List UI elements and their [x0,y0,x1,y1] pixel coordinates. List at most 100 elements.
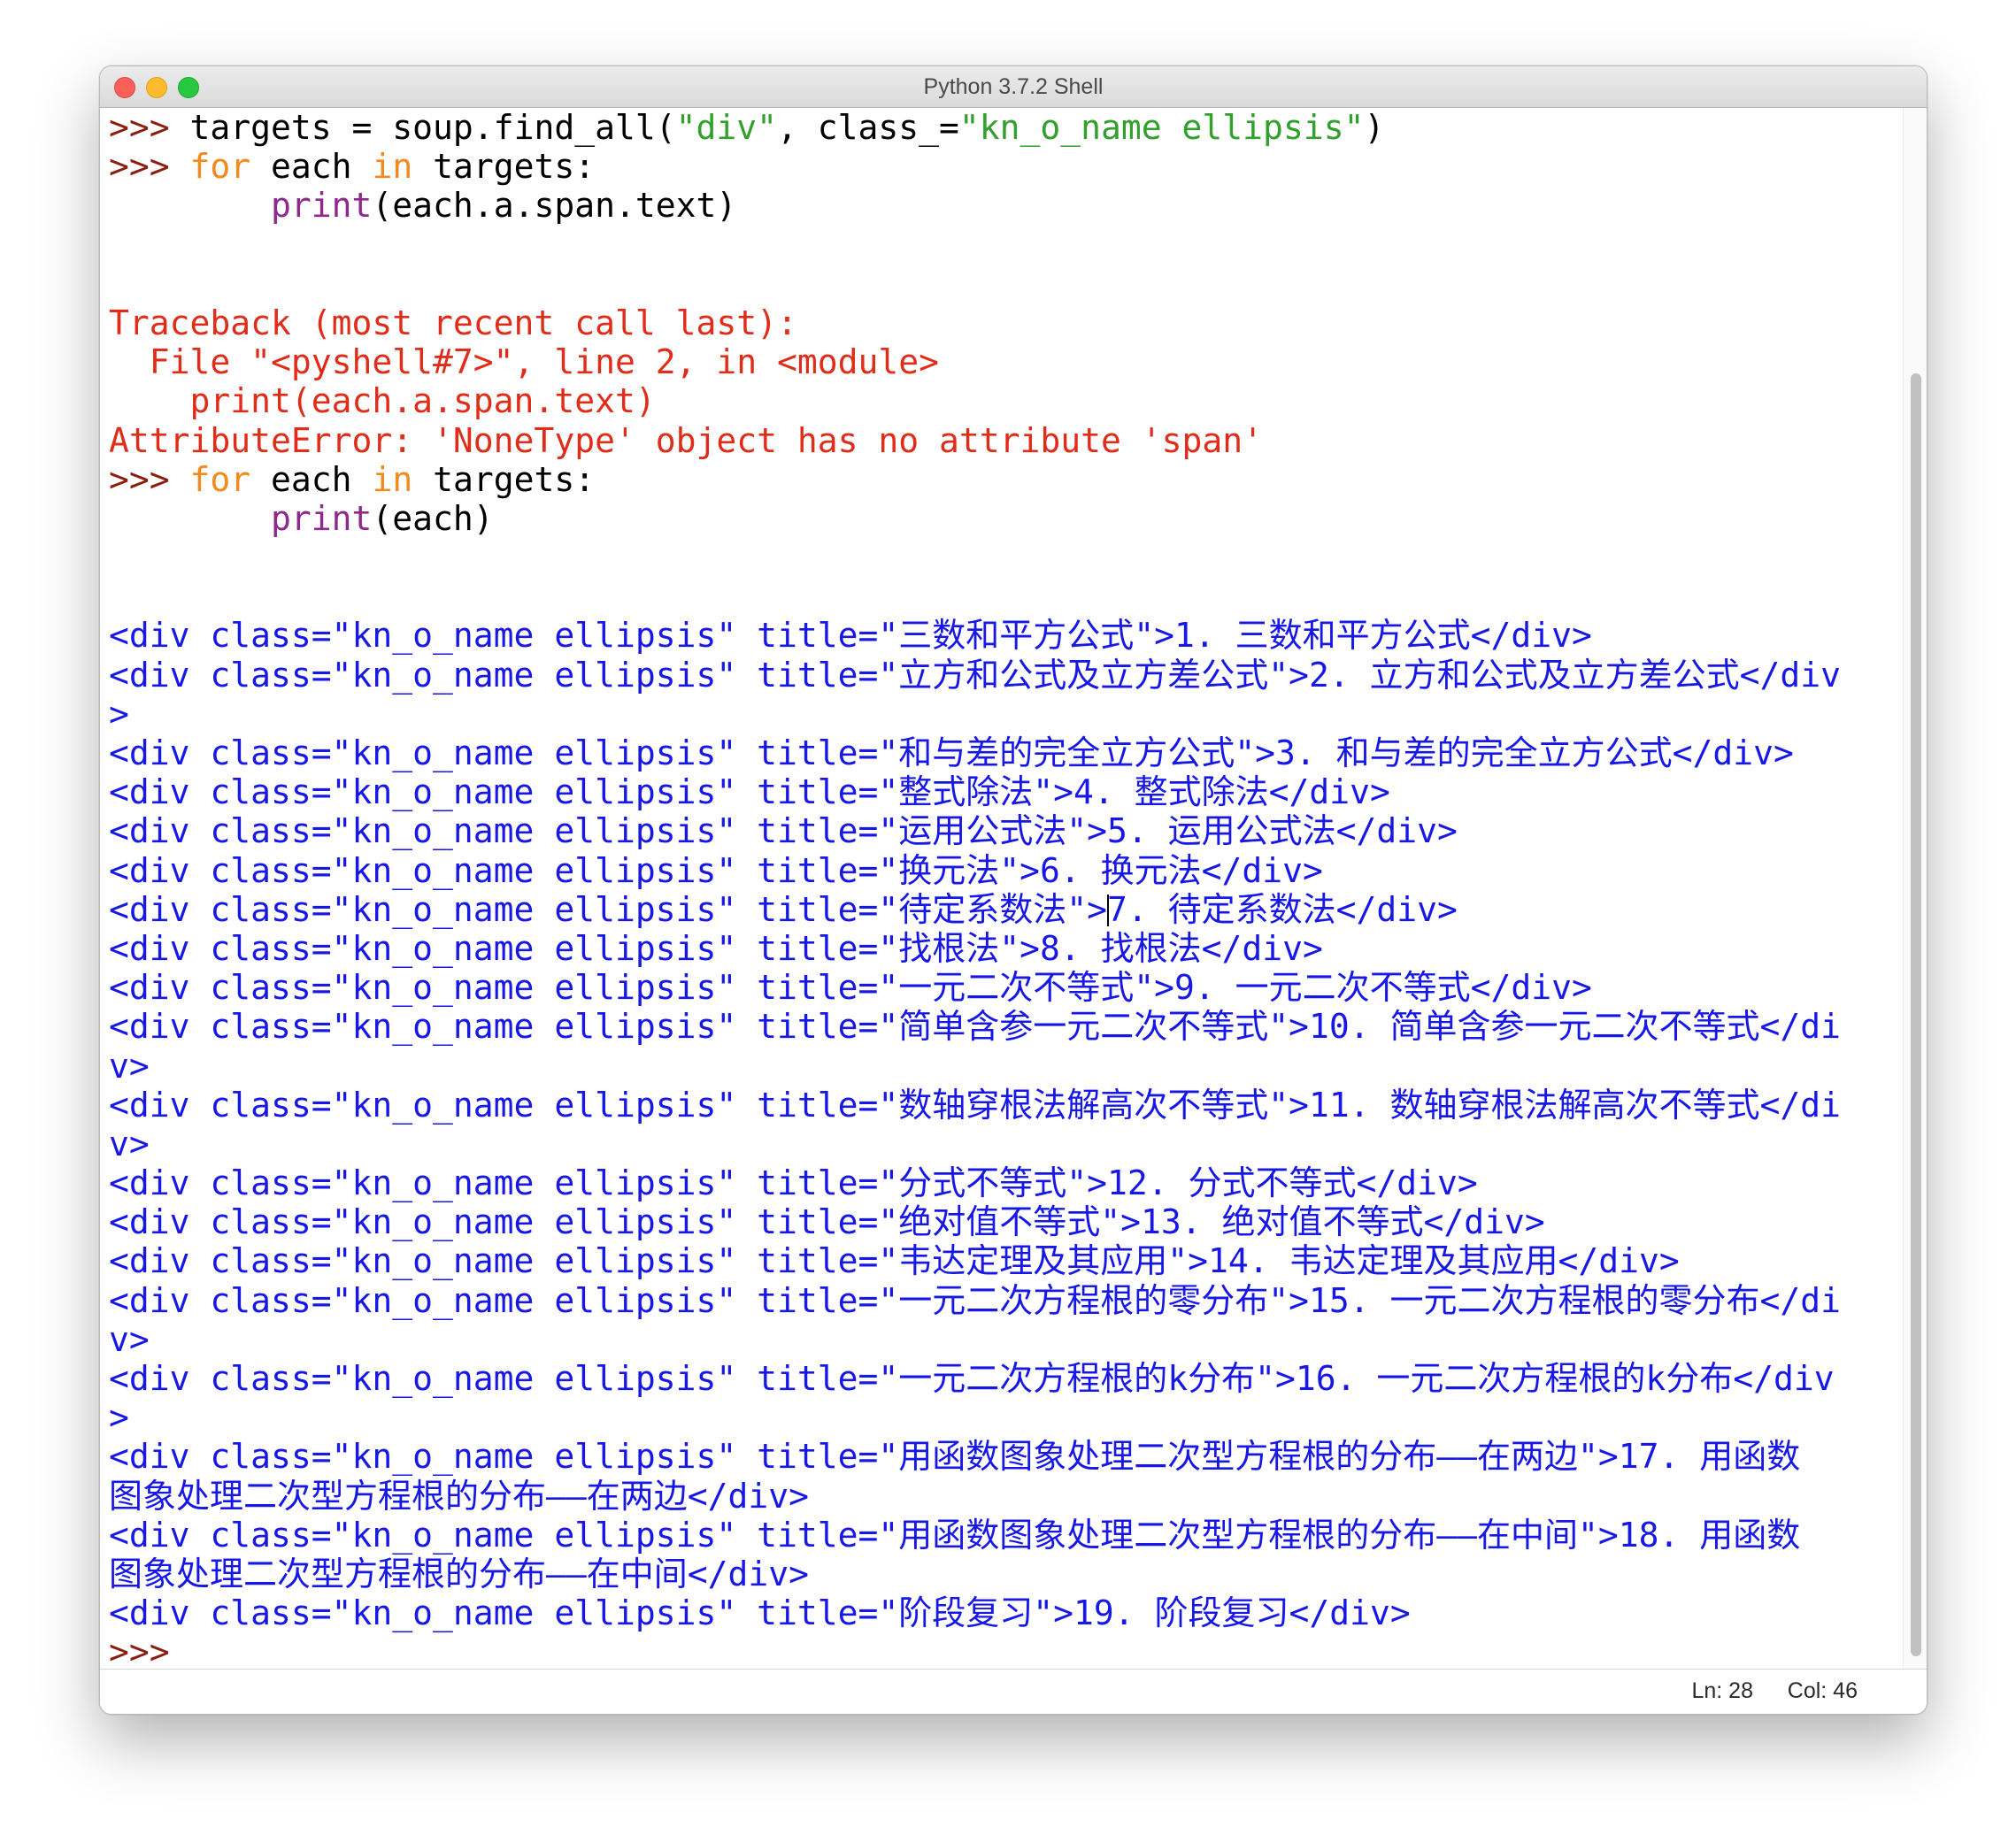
line-number-indicator: Ln: 28 [1691,1678,1753,1703]
shell-line: <div class="kn_o_name ellipsis" title="立… [109,656,1888,695]
shell-line: <div class="kn_o_name ellipsis" title="一… [109,1281,1888,1320]
shell-line: v> [109,1125,1888,1163]
shell-text-default: , class_= [776,108,959,147]
shell-text-builtin: print [271,186,373,226]
title-bar[interactable]: Python 3.7.2 Shell [100,66,1927,108]
shell-text-output: > [109,1398,129,1438]
shell-line: <div class="kn_o_name ellipsis" title="换… [109,851,1888,890]
shell-text-default [109,186,271,225]
window-title: Python 3.7.2 Shell [923,74,1104,99]
shell-line: <div class="kn_o_name ellipsis" title="一… [109,1359,1888,1398]
shell-text-default: (each) [372,498,494,538]
shell-line: <div class="kn_o_name ellipsis" title="运… [109,811,1888,850]
shell-line: <div class="kn_o_name ellipsis" title="三… [109,616,1888,655]
shell-line: > [109,1398,1888,1437]
shell-text-keyword: for [189,147,251,187]
shell-text-keyword: in [372,459,413,499]
shell-line: AttributeError: 'NoneType' object has no… [109,421,1888,460]
status-bar: Ln: 28 Col: 46 [100,1669,1927,1714]
shell-line: <div class="kn_o_name ellipsis" title="找… [109,929,1888,968]
shell-text-error: File "<pyshell#7>", line 2, in <module> [109,342,939,382]
shell-text-default [109,499,271,538]
shell-text-output: <div class="kn_o_name ellipsis" title="用… [109,1437,1801,1477]
shell-text-error: Traceback (most recent call last): [109,303,797,342]
shell-text-string: "kn_o_name ellipsis" [958,108,1365,147]
shell-line: <div class="kn_o_name ellipsis" title="简… [109,1007,1888,1046]
shell-prompt: >>> [109,1632,190,1669]
shell-prompt: >>> [109,459,190,499]
shell-text-output: <div class="kn_o_name ellipsis" title="简… [109,1007,1842,1047]
shell-text-default: each [250,459,373,499]
shell-text-output: <div class="kn_o_name ellipsis" title="韦… [109,1241,1680,1281]
shell-text-output: <div class="kn_o_name ellipsis" title="换… [109,850,1323,890]
shell-text-builtin: print [271,498,373,538]
shell-text-output: <div class="kn_o_name ellipsis" title="用… [109,1515,1801,1555]
shell-line: File "<pyshell#7>", line 2, in <module> [109,342,1888,381]
shell-line: <div class="kn_o_name ellipsis" title="绝… [109,1202,1888,1241]
vertical-scrollbar[interactable] [1903,108,1927,1669]
shell-text-output: v> [109,1046,150,1086]
shell-window: Python 3.7.2 Shell >>> targets = soup.fi… [99,65,1928,1715]
shell-text-output: <div class="kn_o_name ellipsis" title="阶… [109,1593,1411,1633]
shell-line: <div class="kn_o_name ellipsis" title="韦… [109,1241,1888,1280]
column-number-indicator: Col: 46 [1787,1678,1858,1703]
shell-line: Traceback (most recent call last): [109,303,1888,342]
shell-text-output: <div class="kn_o_name ellipsis" title="一… [109,1359,1835,1398]
shell-line: print(each.a.span.text) [109,381,1888,420]
shell-text-default: targets: [412,459,596,499]
shell-text-string: "div" [675,108,777,147]
shell-text-output: <div class="kn_o_name ellipsis" title="整… [109,772,1390,812]
shell-text-default: ) [1364,108,1385,147]
shell-text-keyword: for [189,459,251,499]
shell-text-output: v> [109,1319,150,1359]
shell-line: <div class="kn_o_name ellipsis" title="数… [109,1086,1888,1125]
shell-text-default: each [250,147,373,187]
shell-text-output: 图象处理二次型方程根的分布——在两边</div> [109,1476,810,1516]
shell-line: 图象处理二次型方程根的分布——在两边</div> [109,1477,1888,1516]
shell-text-error: print(each.a.span.text) [109,381,656,421]
shell-line: >>> targets = soup.find_all("div", class… [109,108,1888,147]
shell-line: <div class="kn_o_name ellipsis" title="用… [109,1437,1888,1476]
shell-line: >>> for each in targets: [109,460,1888,499]
shell-line: <div class="kn_o_name ellipsis" title="分… [109,1163,1888,1202]
shell-prompt: >>> [109,108,190,147]
shell-line: print(each.a.span.text) [109,186,1888,225]
shell-text-output: <div class="kn_o_name ellipsis" title="运… [109,811,1458,851]
shell-text-output: 图象处理二次型方程根的分布——在中间</div> [109,1554,810,1593]
shell-text-area[interactable]: >>> targets = soup.find_all("div", class… [100,108,1927,1669]
shell-text-output: <div class="kn_o_name ellipsis" title="待… [109,889,1107,929]
shell-text-output: <div class="kn_o_name ellipsis" title="一… [109,968,1592,1008]
shell-line: v> [109,1320,1888,1359]
shell-text-output: > [109,694,129,733]
shell-line: <div class="kn_o_name ellipsis" title="阶… [109,1593,1888,1632]
shell-text-output: <div class="kn_o_name ellipsis" title="绝… [109,1202,1545,1242]
shell-text-output: <div class="kn_o_name ellipsis" title="三… [109,616,1592,656]
shell-line: print(each) [109,499,1888,538]
shell-text-default: targets = soup.find_all( [189,108,676,147]
shell-line: <div class="kn_o_name ellipsis" title="待… [109,890,1888,929]
scrollbar-thumb[interactable] [1911,373,1921,1656]
shell-text-output: <div class="kn_o_name ellipsis" title="和… [109,733,1794,772]
shell-text-output: 7. 待定系数法</div> [1107,889,1458,929]
shell-line: v> [109,1047,1888,1086]
shell-output[interactable]: >>> targets = soup.find_all("div", class… [109,108,1888,1669]
shell-text-output: <div class="kn_o_name ellipsis" title="一… [109,1280,1842,1320]
shell-text-default: (each.a.span.text) [372,186,737,226]
shell-text-keyword: in [372,147,413,187]
shell-line: <div class="kn_o_name ellipsis" title="整… [109,772,1888,811]
shell-text-default: targets: [412,147,596,187]
shell-line: <div class="kn_o_name ellipsis" title="用… [109,1516,1888,1555]
shell-line: <div class="kn_o_name ellipsis" title="一… [109,968,1888,1007]
shell-text-output: <div class="kn_o_name ellipsis" title="数… [109,1085,1842,1125]
shell-line: > [109,695,1888,733]
shell-text-output: v> [109,1124,150,1163]
shell-line: >>> for each in targets: [109,147,1888,186]
shell-text-output: <div class="kn_o_name ellipsis" title="分… [109,1163,1478,1203]
shell-text-output: <div class="kn_o_name ellipsis" title="找… [109,928,1323,968]
shell-line: 图象处理二次型方程根的分布——在中间</div> [109,1555,1888,1593]
shell-text-output: <div class="kn_o_name ellipsis" title="立… [109,655,1842,695]
